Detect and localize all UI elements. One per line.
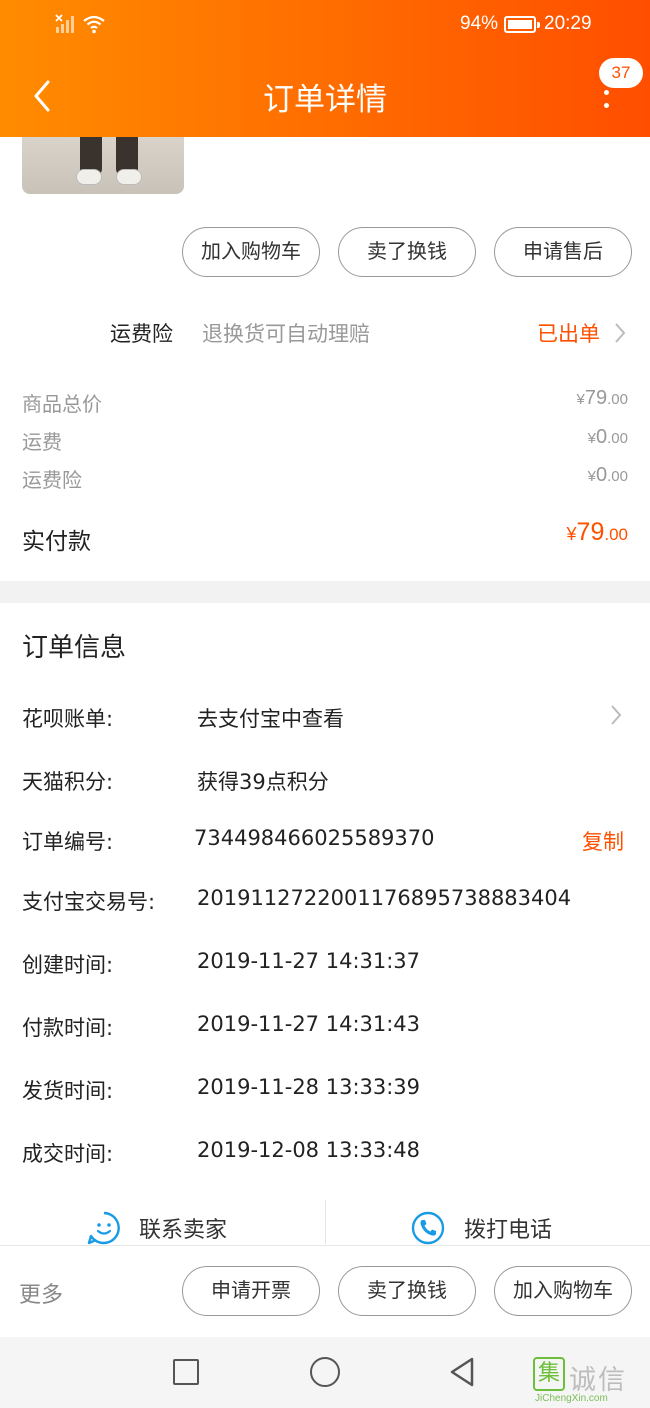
watermark-url: JiChengXin.com xyxy=(535,1393,608,1404)
home-button[interactable] xyxy=(310,1357,340,1387)
sell-for-cash-bottom-button[interactable]: 卖了换钱 xyxy=(338,1266,476,1316)
info-label-shipped: 发货时间: xyxy=(22,1079,114,1103)
recent-apps-button[interactable] xyxy=(173,1359,199,1385)
after-sale-button[interactable]: 申请售后 xyxy=(494,227,632,277)
info-value-order-number: 734498466025589370 xyxy=(194,826,435,850)
info-value-points: 获得39点积分 xyxy=(197,770,329,794)
wifi-icon xyxy=(83,15,105,34)
page-title: 订单详情 xyxy=(263,82,387,118)
total-paid-value: ¥79.00 xyxy=(566,518,628,546)
insurance-fee-label: 运费险 xyxy=(22,468,82,492)
watermark-mark: 集 xyxy=(533,1357,565,1391)
info-label-paid: 付款时间: xyxy=(22,1016,114,1040)
shipping-insurance-description: 退换货可自动理赔 xyxy=(202,322,370,346)
watermark-logo: 集 诚信 JiChengXin.com xyxy=(533,1357,648,1407)
message-count-badge[interactable]: 37 xyxy=(599,58,643,88)
status-time: 20:29 xyxy=(544,13,592,34)
battery-percent: 94% xyxy=(460,13,499,34)
copy-order-number-button[interactable]: 复制 xyxy=(582,826,624,856)
info-value-alipay-trade: 2019112722001176895738883404 xyxy=(197,886,572,910)
info-label-order-number: 订单编号: xyxy=(22,830,114,854)
info-value-created: 2019-11-27 14:31:37 xyxy=(197,949,421,973)
chevron-right-icon[interactable] xyxy=(609,704,623,726)
add-to-cart-button[interactable]: 加入购物车 xyxy=(182,227,320,277)
info-label-created: 创建时间: xyxy=(22,953,114,977)
shipping-insurance-label: 运费险 xyxy=(110,322,173,346)
app-header: 94% 20:29 订单详情 37 xyxy=(0,0,650,137)
info-label-huabei: 花呗账单: xyxy=(22,707,114,731)
shipping-fee-value: ¥0.00 xyxy=(587,426,628,448)
nav-back-button[interactable] xyxy=(447,1356,477,1388)
info-label-alipay-trade: 支付宝交易号: xyxy=(22,890,156,914)
order-info-heading: 订单信息 xyxy=(22,633,127,663)
info-label-completed: 成交时间: xyxy=(22,1142,114,1166)
add-to-cart-bottom-button[interactable]: 加入购物车 xyxy=(494,1266,632,1316)
battery-icon xyxy=(504,16,540,33)
product-thumbnail[interactable] xyxy=(22,137,184,194)
contact-seller-label: 联系卖家 xyxy=(139,1218,228,1243)
chevron-right-icon[interactable] xyxy=(613,322,627,344)
phone-icon xyxy=(411,1211,445,1245)
insurance-fee-value: ¥0.00 xyxy=(587,464,628,486)
sell-for-cash-button[interactable]: 卖了换钱 xyxy=(338,227,476,277)
call-seller-label: 拨打电话 xyxy=(464,1218,553,1243)
status-bar: 94% 20:29 xyxy=(0,0,650,50)
signal-icon xyxy=(55,14,74,33)
info-value-completed: 2019-12-08 13:33:48 xyxy=(197,1138,421,1162)
smile-chat-icon xyxy=(87,1211,120,1245)
info-value-huabei[interactable]: 去支付宝中查看 xyxy=(197,703,344,733)
watermark-text: 诚信 xyxy=(569,1365,627,1396)
total-paid-label: 实付款 xyxy=(22,529,91,555)
shipping-insurance-status[interactable]: 已出单 xyxy=(537,318,600,348)
shipping-fee-label: 运费 xyxy=(22,430,62,454)
info-label-points: 天猫积分: xyxy=(22,770,114,794)
info-value-paid: 2019-11-27 14:31:43 xyxy=(197,1012,421,1036)
info-value-shipped: 2019-11-28 13:33:39 xyxy=(197,1075,421,1099)
contact-seller-button[interactable]: 联系卖家 xyxy=(0,1198,325,1245)
call-seller-button[interactable]: 拨打电话 xyxy=(326,1198,650,1245)
more-actions-button[interactable]: 更多 xyxy=(19,1277,63,1309)
order-summary-card xyxy=(0,137,650,581)
subtotal-label: 商品总价 xyxy=(22,392,102,416)
subtotal-value: ¥79.00 xyxy=(576,387,628,409)
request-invoice-button[interactable]: 申请开票 xyxy=(182,1266,320,1316)
